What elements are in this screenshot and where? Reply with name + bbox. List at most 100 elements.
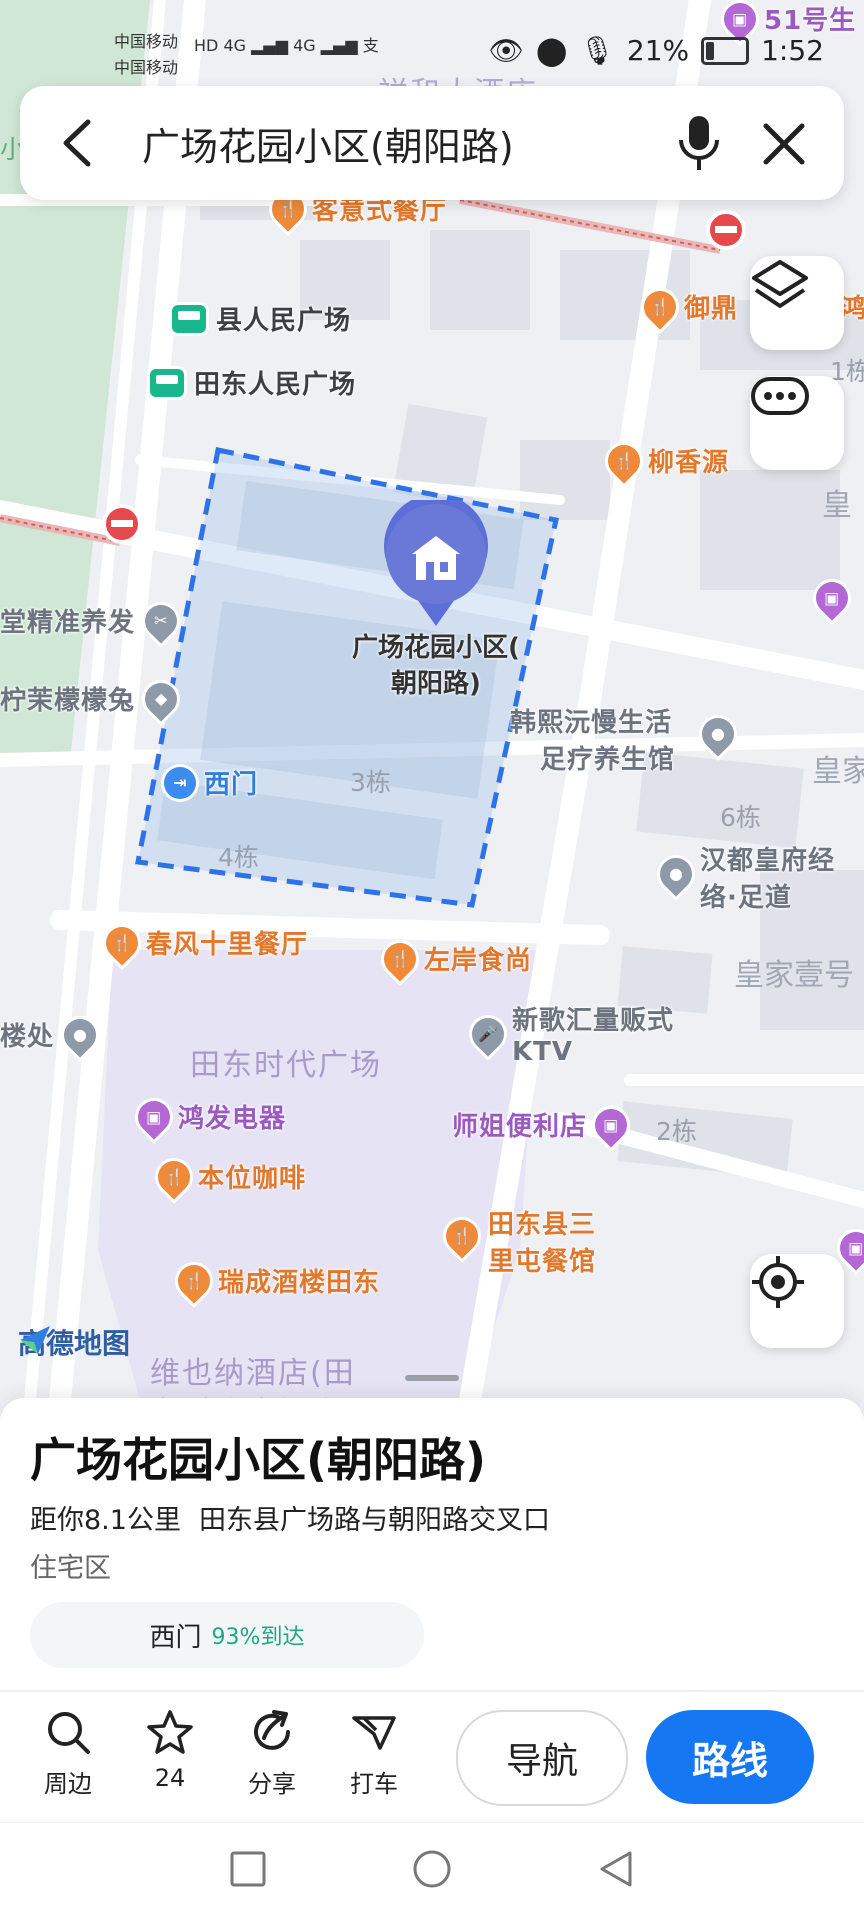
- building-icon: ●: [57, 1011, 103, 1058]
- poi-label: 柠茉檬檬兔: [0, 686, 136, 716]
- poi-label: 田东人民广场: [194, 370, 357, 400]
- clock: 1:52: [761, 34, 824, 67]
- home-circle-icon[interactable]: [412, 1849, 452, 1889]
- more-button[interactable]: [750, 376, 844, 470]
- label-huang-2: 皇家: [812, 754, 864, 789]
- entrance-name: 西门: [149, 1622, 202, 1653]
- place-category: 住宅区: [30, 1553, 111, 1584]
- taxi-label: 打车: [350, 1770, 398, 1798]
- poi-label: 楼处: [0, 1022, 55, 1052]
- place-subtitle: 距你8.1公里 田东县广场路与朝阳路交叉口: [30, 1498, 550, 1537]
- poi-foot-spa[interactable]: 汉都皇府经 络·足道: [700, 840, 835, 914]
- poi-label: 新歌汇量贩式: [512, 1006, 675, 1036]
- selected-place-marker[interactable]: [382, 500, 490, 628]
- label-building-2: 2栋: [656, 1117, 697, 1146]
- eye-icon: 👁: [488, 34, 524, 67]
- entrance-rate: 93%到达: [211, 1625, 305, 1650]
- taxi-icon: [352, 1716, 396, 1750]
- layers-icon: [752, 260, 808, 308]
- amap-logo-icon: [20, 1326, 50, 1354]
- poi-label: 师姐便利店: [452, 1112, 588, 1142]
- place-address: 田东县广场路与朝阳路交叉口: [198, 1505, 550, 1536]
- poi-convenience-store[interactable]: 师姐便利店 ▣: [452, 1101, 634, 1148]
- sheet-drag-handle[interactable]: [405, 1375, 459, 1381]
- poi-sales-office[interactable]: 楼处 ●: [0, 1011, 103, 1058]
- poi-restaurant[interactable]: 🍴 春风十里餐厅: [99, 919, 309, 966]
- label-vienna-hotel-1: 维也纳酒店(田: [150, 1356, 356, 1391]
- favorite-button[interactable]: 24: [130, 1708, 210, 1792]
- label-square: 田东时代广场: [190, 1048, 382, 1083]
- carrier-1: 中国移动: [114, 32, 179, 51]
- restaurant-icon: 🍴: [601, 437, 647, 484]
- selected-place-label: 广场花园小区( 朝阳路): [336, 630, 536, 702]
- poi-label: 本位咖啡: [198, 1164, 307, 1194]
- more-dots-icon: [751, 377, 809, 415]
- microphone-icon[interactable]: [676, 114, 722, 172]
- battery-percent: 21%: [626, 34, 690, 67]
- restaurant-icon: 🍴: [171, 1257, 217, 1304]
- poi-label: 韩熙沅慢生活: [510, 708, 673, 738]
- poi-label: 御鼎: [684, 294, 739, 324]
- poi-label: 络·足道: [700, 883, 792, 913]
- poi-restaurant[interactable]: 🍴 瑞成酒楼田东: [171, 1257, 381, 1304]
- divider: [0, 1690, 864, 1692]
- favorite-count: 24: [154, 1764, 186, 1792]
- search-query[interactable]: 广场花园小区(朝阳路): [142, 116, 514, 171]
- signal-icon: HD 4G ▂▄▆ 4G ▂▄▆ 支: [194, 36, 379, 55]
- poi-shop[interactable]: 柠茉檬檬兔 ◆: [0, 675, 184, 722]
- share-icon: [254, 1710, 290, 1750]
- poi-restaurant[interactable]: 🍴 柳香源: [601, 437, 730, 484]
- locate-button[interactable]: [750, 1254, 844, 1348]
- cafe-icon: 🍴: [151, 1153, 197, 1200]
- label-huang-3: 皇家壹号: [734, 958, 854, 993]
- poi-label: 瑞成酒楼田东: [218, 1268, 381, 1298]
- location-icon: ⬤: [535, 34, 568, 67]
- poi-bus-stop[interactable]: 田东人民广场: [150, 364, 356, 401]
- label-huang-1: 皇: [822, 488, 852, 523]
- bus-stop-icon: [150, 368, 184, 397]
- search-bar[interactable]: 广场花园小区(朝阳路): [20, 86, 844, 200]
- poi-label: 足疗养生馆: [540, 745, 676, 775]
- close-icon[interactable]: [760, 120, 808, 168]
- status-bar: 中国移动 中国移动 HD 4G ▂▄▆ 4G ▂▄▆ 支 👁 ⬤ 🎙 21% 1…: [0, 0, 864, 77]
- amap-logo: 高德地图: [18, 1322, 130, 1362]
- map-view[interactable]: 广场花园小区( 朝阳路) 祥和大酒店 田东时代广场 3栋 4栋 6栋 2栋 1栋…: [0, 0, 864, 1400]
- carrier-2: 中国移动: [114, 58, 179, 77]
- poi-label: KTV: [512, 1037, 574, 1067]
- poi-west-gate[interactable]: ⇥ 西门: [164, 764, 258, 801]
- poi-label: 柳香源: [648, 448, 730, 478]
- share-button[interactable]: 分享: [232, 1708, 312, 1799]
- poi-label: 田东县三: [488, 1210, 597, 1240]
- battery-icon: [701, 36, 750, 65]
- back-triangle-icon[interactable]: [596, 1849, 636, 1889]
- shop-icon: ▣: [588, 1101, 634, 1148]
- recents-square-icon[interactable]: [228, 1849, 268, 1889]
- poi-restaurant[interactable]: 🍴 御鼎: [637, 283, 739, 330]
- label-building-3: 3栋: [350, 768, 391, 797]
- poi-label: 春风十里餐厅: [146, 930, 309, 960]
- home-marker-icon: [384, 500, 488, 626]
- system-nav-bar: [0, 1822, 864, 1921]
- poi-label: 左岸食尚: [424, 946, 533, 976]
- label-building-4: 4栋: [218, 843, 259, 872]
- nearby-button[interactable]: 周边: [28, 1708, 108, 1799]
- poi-electronics[interactable]: ▣ 鸿发电器: [131, 1093, 286, 1140]
- locate-icon: [752, 1256, 804, 1308]
- poi-label: 堂精准养发: [0, 608, 136, 638]
- poi-restaurant[interactable]: 🍴 左岸食尚: [377, 935, 533, 982]
- bus-stop-icon: [172, 304, 206, 333]
- route-button[interactable]: 路线: [646, 1710, 814, 1804]
- poi-bus-stop[interactable]: 县人民广场: [172, 300, 351, 337]
- back-arrow-icon[interactable]: [56, 116, 100, 170]
- shop-icon: ▣: [131, 1093, 177, 1140]
- poi-restaurant[interactable]: 田东县三 里屯餐馆: [488, 1204, 596, 1278]
- entrance-chip[interactable]: 西门 93%到达: [30, 1602, 424, 1668]
- poi-ktv[interactable]: 新歌汇量贩式 KTV: [512, 1000, 674, 1067]
- navigate-button[interactable]: 导航: [456, 1710, 628, 1806]
- restaurant-icon: 🍴: [637, 283, 683, 330]
- layers-button[interactable]: [750, 256, 844, 350]
- poi-cafe[interactable]: 🍴 本位咖啡: [151, 1153, 307, 1200]
- taxi-button[interactable]: 打车: [334, 1708, 414, 1799]
- poi-spa[interactable]: 韩熙沅慢生活 足疗养生馆: [510, 702, 675, 776]
- poi-salon[interactable]: 堂精准养发 ✂: [0, 597, 184, 644]
